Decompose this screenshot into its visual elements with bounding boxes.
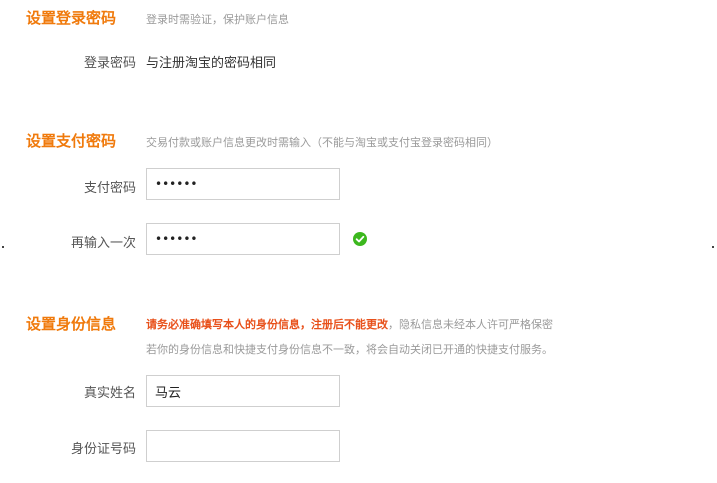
identity-warning-text: 请务必准确填写本人的身份信息，注册后不能更改 — [146, 318, 388, 331]
identity-info-title: 设置身份信息 — [26, 315, 117, 333]
login-password-hint: 登录时需验证，保护账户信息 — [146, 13, 289, 26]
confirm-password-label: 再输入一次 — [70, 236, 136, 251]
payment-password-title: 设置支付密码 — [26, 132, 117, 150]
identity-mismatch-hint: 若你的身份信息和快捷支付身份信息不一致，将会自动关闭已开通的快捷支付服务。 — [146, 343, 553, 356]
payment-password-hint: 交易付款或账户信息更改时需输入（不能与淘宝或支付宝登录密码相同） — [146, 136, 498, 149]
real-name-label: 真实姓名 — [83, 386, 136, 401]
left-edge-mark — [2, 246, 4, 248]
payment-password-input[interactable] — [146, 168, 340, 200]
identity-privacy-text: ，隐私信息未经本人许可严格保密 — [388, 318, 553, 331]
id-number-label: 身份证号码 — [70, 442, 136, 457]
id-number-input[interactable] — [146, 430, 340, 462]
login-password-label: 登录密码 — [83, 56, 136, 71]
login-password-title: 设置登录密码 — [26, 9, 117, 27]
right-edge-mark — [712, 246, 714, 248]
login-password-value: 与注册淘宝的密码相同 — [146, 56, 277, 71]
real-name-input[interactable] — [146, 375, 340, 407]
check-circle-icon — [353, 232, 367, 246]
confirm-password-input[interactable] — [146, 223, 340, 255]
payment-password-label: 支付密码 — [83, 181, 136, 196]
identity-info-hint: 请务必准确填写本人的身份信息，注册后不能更改，隐私信息未经本人许可严格保密 — [146, 316, 553, 332]
